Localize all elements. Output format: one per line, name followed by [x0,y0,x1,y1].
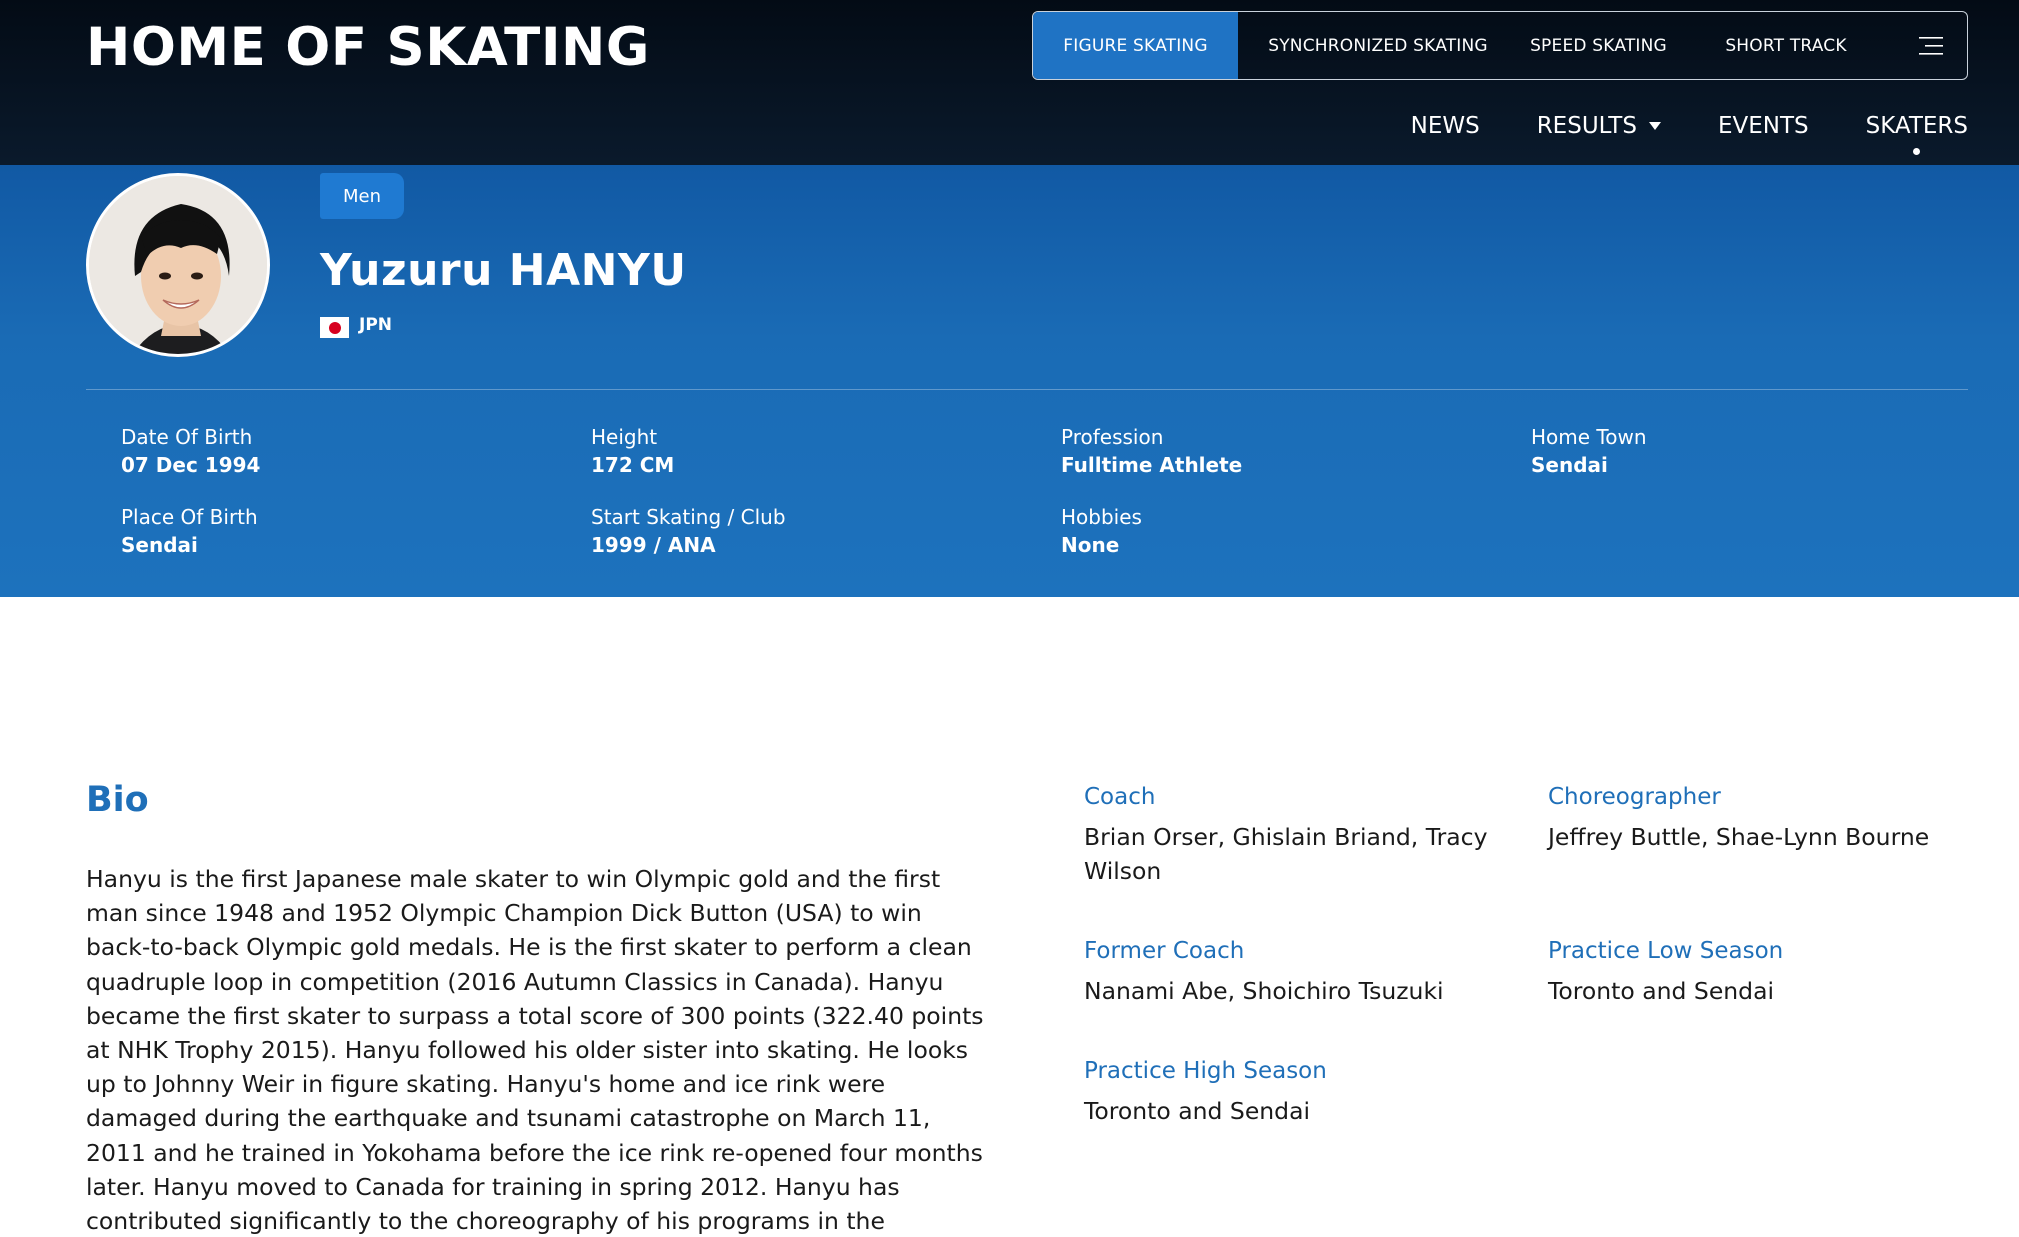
nav-skaters[interactable]: SKATERS [1865,113,1968,155]
stat-value: Sendai [121,533,198,557]
stat-label: Hobbies [1061,505,1142,529]
stat-label: Profession [1061,425,1164,449]
detail-label: Coach [1084,784,1156,810]
hamburger-menu-icon[interactable] [1893,12,1967,79]
detail-value: Jeffrey Buttle, Shae-Lynn Bourne [1548,823,1930,851]
detail-value: Toronto and Sendai [1548,977,1775,1005]
site-logo[interactable]: HOME OF SKATING [86,14,650,82]
stat-value: 172 CM [591,453,675,477]
tab-synchronized-skating[interactable]: SYNCHRONIZED SKATING [1238,12,1518,79]
detail-label: Practice Low Season [1548,938,1784,964]
japan-flag-icon [320,317,349,338]
bio-heading: Bio [86,780,149,820]
skater-avatar [86,173,270,357]
detail-label: Practice High Season [1084,1058,1327,1084]
active-indicator-dot [1913,148,1921,155]
stat-start-skating-club: Start Skating / Club 1999 / ANA [591,503,786,559]
nav-events[interactable]: EVENTS [1718,113,1809,139]
detail-label: Choreographer [1548,784,1721,810]
nav-news[interactable]: NEWS [1411,113,1480,139]
stat-value: 1999 / ANA [591,533,716,557]
stat-label: Home Town [1531,425,1647,449]
tab-short-track[interactable]: SHORT TRACK [1679,12,1893,79]
detail-practice-high-season: Practice High Season Toronto and Sendai [1084,1054,1514,1128]
stat-label: Height [591,425,658,449]
chevron-down-icon [1648,122,1661,130]
detail-label: Former Coach [1084,938,1245,964]
skater-name: Yuzuru HANYU [320,245,687,296]
detail-coach: Coach Brian Orser, Ghislain Briand, Trac… [1084,780,1514,888]
country-code: JPN [359,315,393,335]
stat-value: Sendai [1531,453,1608,477]
category-badge[interactable]: Men [320,173,404,219]
detail-value: Nanami Abe, Shoichiro Tsuzuki [1084,977,1444,1005]
detail-former-coach: Former Coach Nanami Abe, Shoichiro Tsuzu… [1084,934,1514,1008]
tab-figure-skating[interactable]: FIGURE SKATING [1033,12,1238,79]
detail-choreographer: Choreographer Jeffrey Buttle, Shae-Lynn … [1548,780,1978,854]
stat-label: Place Of Birth [121,505,258,529]
detail-value: Brian Orser, Ghislain Briand, Tracy Wils… [1084,823,1488,885]
nav-results[interactable]: RESULTS [1537,113,1661,139]
nav-results-label: RESULTS [1536,113,1637,139]
detail-value: Toronto and Sendai [1084,1097,1311,1125]
stat-profession: Profession Fulltime Athlete [1061,423,1242,479]
detail-practice-low-season: Practice Low Season Toronto and Sendai [1548,934,1978,1008]
stat-value: None [1061,533,1120,557]
profile-banner: Men Yuzuru HANYU JPN Date Of Birth 07 De… [0,165,2019,597]
banner-divider [86,389,1968,390]
stat-label: Start Skating / Club [591,505,786,529]
discipline-nav: FIGURE SKATING SYNCHRONIZED SKATING SPEE… [1032,11,1968,80]
site-header: HOME OF SKATING FIGURE SKATING SYNCHRONI… [0,0,2019,165]
main-nav: NEWS RESULTS EVENTS SKATERS [1411,108,1968,155]
stat-home-town: Home Town Sendai [1531,423,1647,479]
tab-speed-skating[interactable]: SPEED SKATING [1518,12,1679,79]
stat-value: 07 Dec 1994 [121,453,261,477]
nav-events-label: EVENTS [1717,113,1809,139]
stat-hobbies: Hobbies None [1061,503,1142,559]
stat-value: Fulltime Athlete [1061,453,1243,477]
stat-place-of-birth: Place Of Birth Sendai [121,503,258,559]
bio-text: Hanyu is the first Japanese male skater … [86,865,984,1236]
nav-skaters-label: SKATERS [1865,113,1968,139]
stat-label: Date Of Birth [121,425,253,449]
nav-news-label: NEWS [1410,113,1480,139]
stat-date-of-birth: Date Of Birth 07 Dec 1994 [121,423,260,479]
stat-height: Height 172 CM [591,423,674,479]
